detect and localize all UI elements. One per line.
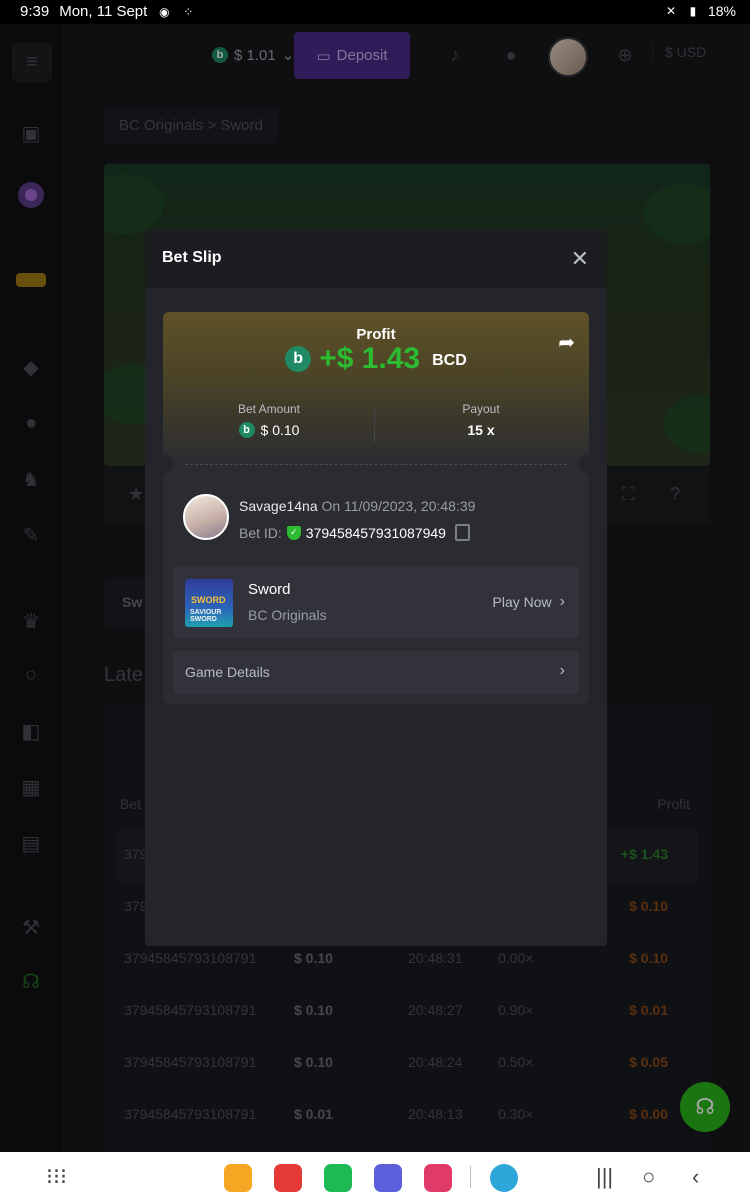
bet-id-label: Bet ID:	[239, 524, 282, 541]
payout-label: Payout	[462, 402, 500, 416]
status-time: 9:39	[20, 3, 50, 20]
game-provider: BC Originals	[248, 607, 327, 623]
close-icon[interactable]: ✕	[571, 246, 589, 272]
bet-slip-modal: Bet Slip ✕ Profit b +$ 1.43 BCD ➦ Bet Am…	[145, 230, 607, 946]
mute-icon: ✕	[665, 4, 676, 18]
bet-user-info: Savage14na On 11/09/2023, 20:48:39 Bet I…	[183, 494, 573, 546]
status-bar: 9:39 Mon, 11 Sept ◉ ⁘ ✕ ▮ 18%	[0, 0, 750, 24]
apps-icon: ⁘	[183, 4, 194, 19]
home-icon[interactable]: ○	[642, 1164, 655, 1190]
profit-label: Profit	[356, 326, 396, 343]
game-thumbnail: SWORD SAVIOUR SWORD	[185, 579, 233, 627]
chevron-right-icon: ›	[559, 662, 565, 679]
modal-title: Bet Slip	[162, 249, 222, 266]
shield-icon: ✓	[286, 525, 301, 540]
avatar[interactable]	[183, 494, 229, 540]
bet-amount-label: Bet Amount	[237, 402, 301, 416]
profit-card: Profit b +$ 1.43 BCD ➦ Bet Amount b $ 0.…	[163, 312, 589, 462]
game-link-row[interactable]: SWORD SAVIOUR SWORD Sword BC Originals P…	[173, 567, 579, 639]
app-drawer-icon[interactable]: ⁝⁝⁝	[46, 1164, 67, 1190]
bet-slip-card: Profit b +$ 1.43 BCD ➦ Bet Amount b $ 0.…	[163, 312, 589, 704]
bet-datetime: On 11/09/2023, 20:48:39	[321, 498, 476, 514]
camera-app-icon[interactable]	[424, 1164, 452, 1192]
flipboard-app-icon[interactable]	[274, 1164, 302, 1192]
payout-value: 15 x	[467, 422, 495, 438]
share-icon[interactable]: ➦	[558, 330, 575, 355]
user-name[interactable]: Savage14na	[239, 498, 318, 514]
telegram-app-icon[interactable]	[490, 1164, 518, 1192]
copy-icon[interactable]	[454, 524, 470, 541]
game-details-label: Game Details	[185, 664, 270, 680]
bet-id-value: 379458457931087949	[305, 524, 446, 541]
battery-level: 18%	[707, 3, 736, 19]
bcd-coin-icon: b	[238, 422, 255, 438]
chevron-right-icon: ›	[559, 593, 565, 610]
navigation-bar: ⁝⁝⁝ ||| ○ ‹	[0, 1152, 750, 1200]
browser-app-icon[interactable]	[374, 1164, 402, 1192]
play-now-label: Play Now	[492, 594, 552, 610]
signal-icon: ▮	[689, 4, 697, 18]
game-details-row[interactable]: Game Details ›	[173, 651, 579, 695]
back-icon[interactable]: ‹	[692, 1164, 699, 1190]
profit-currency: BCD	[432, 352, 467, 369]
bcd-coin-icon: b	[285, 346, 312, 372]
bet-amount-value: $ 0.10	[260, 422, 300, 438]
profit-value: +$ 1.43	[319, 342, 421, 375]
recents-icon[interactable]: |||	[596, 1164, 613, 1190]
game-name: Sword	[248, 581, 291, 598]
play-now-button[interactable]: Play Now ›	[493, 593, 565, 611]
notification-icon: ◉	[159, 4, 170, 19]
phone-app-icon[interactable]	[324, 1164, 352, 1192]
status-date: Mon, 11 Sept	[59, 3, 148, 20]
files-app-icon[interactable]	[224, 1164, 252, 1192]
